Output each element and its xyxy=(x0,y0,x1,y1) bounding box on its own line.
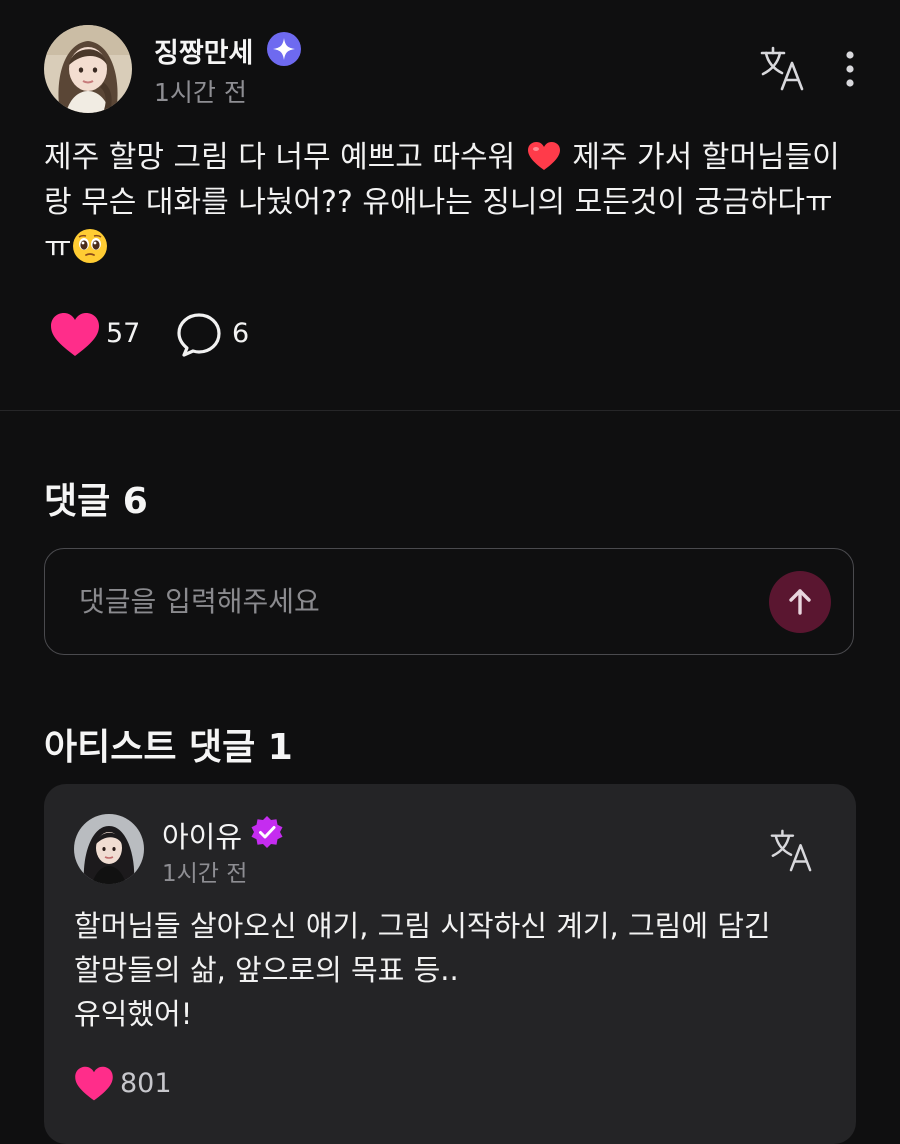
post-text-line-1: 제주 할망 그림 다 너무 예쁘고 따수워 제주 가서 할머님들이 xyxy=(44,135,864,180)
send-button[interactable] xyxy=(769,571,831,633)
arrow-up-icon xyxy=(789,589,811,615)
comments-heading: 댓글 6 xyxy=(44,481,148,522)
heart-icon[interactable] xyxy=(74,1066,114,1102)
author-name[interactable]: 징짱만세 xyxy=(154,31,253,70)
artist-comment-timestamp: 1시간 전 xyxy=(162,861,248,887)
comment-input-box[interactable] xyxy=(44,548,854,655)
post-header: 징짱만세 1시간 전 xyxy=(44,25,864,115)
heart-icon[interactable] xyxy=(50,312,100,358)
artist-name[interactable]: 아이유 xyxy=(162,814,242,856)
like-count: 57 xyxy=(106,318,141,349)
artist-like-count: 801 xyxy=(120,1068,172,1099)
section-divider xyxy=(0,410,900,411)
artist-comments-heading: 아티스트 댓글 1 xyxy=(44,727,293,768)
red-heart-emoji-icon xyxy=(527,139,561,170)
artist-comment-line: 할망들의 삶, 앞으로의 목표 등.. xyxy=(74,953,459,987)
post-text-segment: 제주 할망 그림 다 너무 예쁘고 따수워 xyxy=(44,140,516,175)
sparkle-verified-icon xyxy=(266,31,302,67)
translate-icon[interactable] xyxy=(760,45,804,91)
more-vertical-icon[interactable] xyxy=(836,47,864,91)
post-text-line-3: ㅠ xyxy=(44,225,864,270)
translate-icon[interactable] xyxy=(770,828,812,872)
pleading-face-emoji-icon xyxy=(72,228,108,264)
artist-comment-card: 아이유 1시간 전 할머님들 살아오신 얘기, 그림 시작하신 계기, 그림에 … xyxy=(44,784,856,1144)
artist-avatar[interactable] xyxy=(74,814,144,884)
post-text-segment: 제주 가서 할머님들이 xyxy=(572,140,840,175)
artist-check-badge-icon xyxy=(250,815,284,849)
post-text-segment: ㅠ xyxy=(44,230,72,265)
post-body: 제주 할망 그림 다 너무 예쁘고 따수워 제주 가서 할머님들이 랑 무슨 대… xyxy=(44,135,864,270)
author-avatar[interactable] xyxy=(44,25,132,113)
comment-input[interactable] xyxy=(79,579,729,623)
speech-bubble-icon[interactable] xyxy=(176,312,222,358)
post-reactions: 57 6 xyxy=(50,310,450,362)
artist-comment-body: 할머님들 살아오신 얘기, 그림 시작하신 계기, 그림에 담긴 할망들의 삶,… xyxy=(74,904,834,1036)
artist-comment-line: 할머님들 살아오신 얘기, 그림 시작하신 계기, 그림에 담긴 xyxy=(74,909,771,943)
post-timestamp: 1시간 전 xyxy=(154,78,247,107)
artist-comment-line: 유익했어! xyxy=(74,997,193,1031)
comment-count: 6 xyxy=(232,318,250,349)
post-text-line-2: 랑 무슨 대화를 나눴어?? 유애나는 징니의 모든것이 궁금하다ㅠ xyxy=(44,185,833,220)
